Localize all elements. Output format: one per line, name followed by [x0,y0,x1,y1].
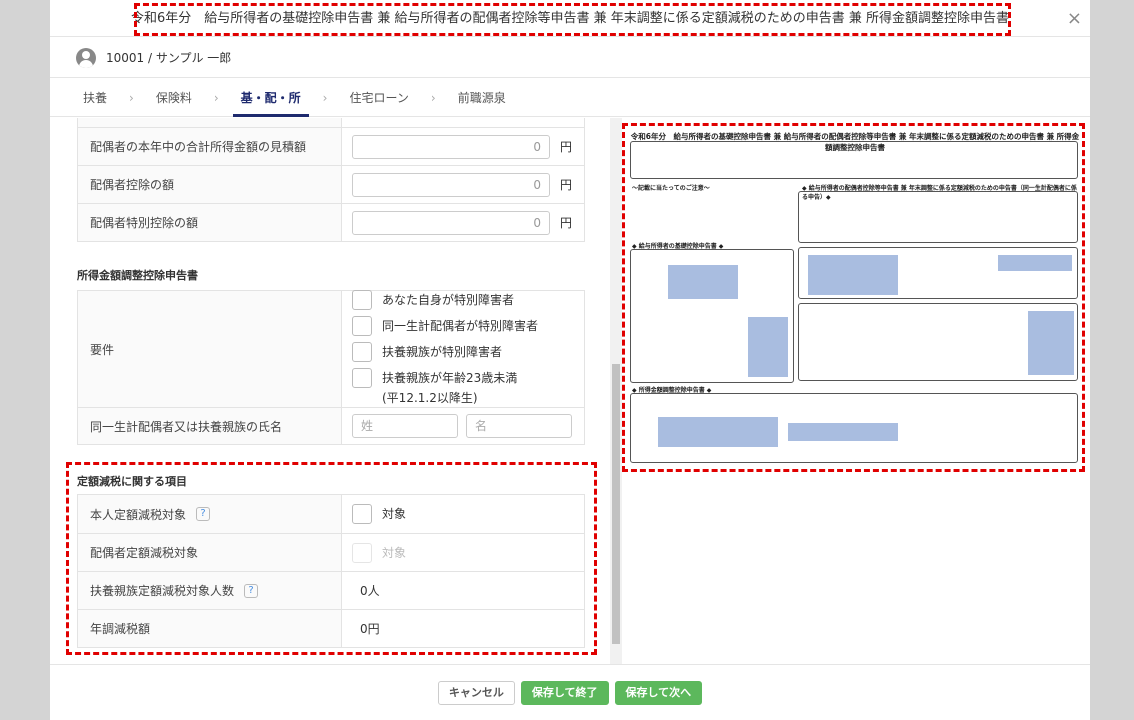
unit-label: 円 [560,140,573,154]
modal-footer: キャンセル 保存して終了 保存して次へ [50,664,1090,720]
reduction-amount-value: 0円 [342,610,584,647]
preview-notes-heading: ～記載に当たってのご注意～ [632,185,710,192]
step-tabs: 扶養 › 保険料 › 基・配・所 › 住宅ローン › 前職源泉 [50,79,1090,117]
spouse-deduction-input[interactable]: 0 [352,172,550,197]
dependent-count-label: 扶養親族定額減税対象人数 [90,584,235,598]
table-row: 要件 あなた自身が特別障害者 同一生計配偶者が特別障害者 扶養親族が特別障害者 … [78,290,584,408]
spouse-special-input[interactable]: 0 [352,210,550,235]
chevron-right-icon: › [213,90,219,105]
form-pane: 配偶者の本年中の合計所得金額の見積額 0 円 配偶者控除の額 0 円 配偶者特別控除の額… [68,118,608,664]
reduction-amount-label: 年調減税額 [78,610,342,647]
chevron-right-icon: › [322,90,328,105]
first-name-input[interactable]: 名 [466,414,572,438]
cancel-button[interactable]: キャンセル [437,680,515,705]
spouse-income-input[interactable]: 0 [352,134,550,159]
section-heading: 定額減税に関する項目 [77,475,187,488]
scrollbar-thumb[interactable] [612,364,620,644]
spouse-disabled-checkbox[interactable] [352,316,372,336]
checkbox-label: あなた自身が特別障害者 [382,293,515,307]
self-flat-label: 本人定額減税対象 [90,507,187,522]
save-and-exit-button[interactable]: 保存して終了 [520,680,609,705]
flat-tax-table: 本人定額減税対象? 対象 配偶者定額減税対象 対象 扶養親族定額減税対象人数? 0人 … [77,494,585,648]
employee-header: 10001 / サンプル 一郎 [50,38,1090,78]
spouse-flat-label: 配偶者定額減税対象 [78,534,342,571]
table-row: 配偶者特別控除の額 0 円 [78,203,584,241]
relative-name-label: 同一生計配偶者又は扶養親族の氏名 [78,408,342,444]
help-icon[interactable]: ? [244,583,259,598]
checkbox-label: 対象 [382,507,407,521]
form-preview-document: 令和6年分 給与所得者の基礎控除申告書 兼 給与所得者の配偶者控除等申告書 兼 … [628,127,1082,467]
chevron-right-icon: › [430,90,436,105]
avatar-icon [76,47,96,68]
unit-label: 円 [560,178,573,192]
employee-name: 10001 / サンプル 一郎 [106,51,232,65]
spouse-table: 配偶者の本年中の合計所得金額の見積額 0 円 配偶者控除の額 0 円 配偶者特別控除の額… [77,118,585,242]
spouse-flat-checkbox [352,542,372,563]
checkbox-label-main: 扶養親族が年齢23歳未満 [382,371,518,385]
modal-title: 令和6年分 給与所得者の基礎控除申告書 兼 給与所得者の配偶者控除等申告書 兼 … [50,0,1090,37]
preview-header-box [630,141,1078,179]
preview-spouse-heading: ◆ 給与所得者の配偶者控除等申告書 兼 年末調整に係る定額減税のための申告書（同… [802,185,1077,201]
modal-dialog: 令和6年分 給与所得者の基礎控除申告書 兼 給与所得者の配偶者控除等申告書 兼 … [50,0,1090,720]
table-row: 扶養親族定額減税対象人数? 0人 [78,571,584,609]
table-row: 配偶者の本年中の合計所得金額の見積額 0 円 [78,127,584,165]
chevron-right-icon: › [129,90,134,105]
checkbox-label-sub: (平12.1.2以降生) [382,391,478,405]
last-name-input[interactable]: 姓 [352,414,458,438]
tab-basic-spouse-income[interactable]: 基・配・所 [232,79,309,117]
table-row: 同一生計配偶者又は扶養親族の氏名 姓名 [78,407,584,444]
unit-label: 円 [560,216,573,230]
section-heading: 所得金額調整控除申告書 [77,269,198,282]
requirement-label: 要件 [78,291,342,407]
self-flat-checkbox[interactable] [352,504,372,524]
checkbox-label: 扶養親族が年齢23歳未満 (平12.1.2以降生) [382,368,517,408]
help-icon[interactable]: ? [196,507,211,521]
tab-housing-loan[interactable]: 住宅ローン [349,79,408,117]
table-row: 年調減税額 0円 [78,609,584,647]
tab-insurance[interactable]: 保険料 [156,79,192,117]
tab-previous-job[interactable]: 前職源泉 [458,79,506,117]
checkbox-label: 対象 [382,545,407,560]
adjustment-table: 要件 あなた自身が特別障害者 同一生計配偶者が特別障害者 扶養親族が特別障害者 … [77,290,585,445]
self-disabled-checkbox[interactable] [352,290,372,310]
checkbox-label: 扶養親族が特別障害者 [382,345,503,359]
tab-dependents[interactable]: 扶養 [83,79,107,117]
table-row: 配偶者控除の額 0 円 [78,165,584,203]
spouse-income-label: 配偶者の本年中の合計所得金額の見積額 [78,128,342,165]
scrollbar[interactable] [610,118,622,664]
checkbox-label: 同一生計配偶者が特別障害者 [382,319,539,333]
table-row: 配偶者定額減税対象 対象 [78,533,584,571]
dependent-under23-checkbox[interactable] [352,368,372,388]
dependent-disabled-checkbox[interactable] [352,342,372,362]
dependent-count-value: 0人 [342,572,584,609]
spouse-special-label: 配偶者特別控除の額 [78,204,342,241]
close-icon[interactable]: × [1067,8,1082,29]
table-row: 本人定額減税対象? 対象 [78,495,584,533]
spouse-deduction-label: 配偶者控除の額 [78,166,342,203]
save-and-next-button[interactable]: 保存して次へ [614,680,703,705]
